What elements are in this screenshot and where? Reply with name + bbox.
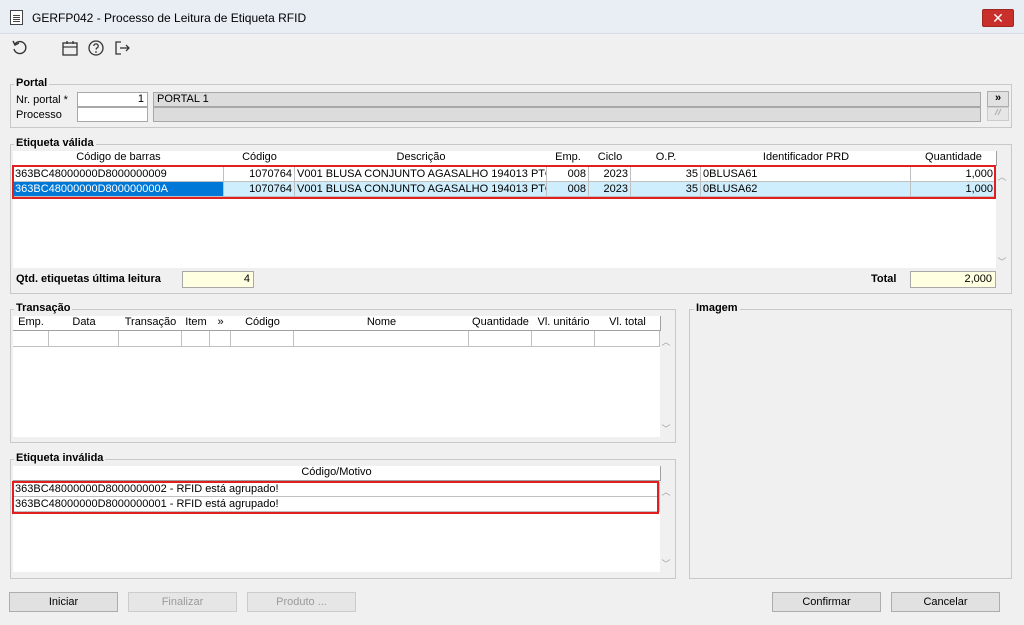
etiqueta-invalida-label: Etiqueta inválida: [14, 452, 106, 464]
table-cell[interactable]: [49, 331, 119, 347]
transacao-grid[interactable]: Emp. Data Transação Item » Código Nome Q…: [13, 316, 661, 437]
vertical-scrollbar[interactable]: ︿ ﹀: [996, 166, 1008, 270]
table-cell[interactable]: [13, 331, 49, 347]
transacao-label: Transação: [14, 302, 73, 314]
scroll-down-icon[interactable]: ﹀: [660, 557, 672, 570]
total-field: 2,000: [910, 271, 996, 288]
calendar-icon[interactable]: [60, 38, 80, 58]
help-icon[interactable]: [86, 38, 106, 58]
window-title: GERFP042 - Processo de Leitura de Etique…: [32, 11, 307, 25]
refresh-icon[interactable]: [10, 38, 30, 58]
etiqueta-valida-label: Etiqueta válida: [14, 137, 96, 149]
close-button[interactable]: ✕: [982, 9, 1014, 27]
col-codigo-barras[interactable]: Código de barras: [13, 151, 225, 166]
processo-input[interactable]: [77, 107, 148, 122]
table-cell[interactable]: [231, 331, 294, 347]
col-data[interactable]: Data: [49, 316, 120, 331]
iniciar-button[interactable]: Iniciar: [9, 592, 118, 612]
confirmar-button[interactable]: Confirmar: [772, 592, 881, 612]
document-icon: [10, 10, 23, 25]
scroll-down-icon[interactable]: ﹀: [660, 422, 672, 435]
col-transacao[interactable]: Transação: [119, 316, 183, 331]
table-cell[interactable]: [595, 331, 660, 347]
table-cell[interactable]: [294, 331, 469, 347]
processo-description-field: [153, 107, 981, 122]
portal-lookup-button[interactable]: »: [987, 91, 1009, 107]
table-cell[interactable]: [210, 331, 231, 347]
nr-portal-input[interactable]: 1: [77, 92, 148, 107]
scroll-up-icon[interactable]: ︿: [660, 335, 672, 348]
col-op[interactable]: O.P.: [631, 151, 702, 166]
exit-icon[interactable]: [112, 38, 132, 58]
cancelar-button[interactable]: Cancelar: [891, 592, 1000, 612]
processo-lookup-button[interactable]: [987, 107, 1009, 121]
col-quantidade[interactable]: Quantidade: [911, 151, 997, 166]
slash-icon: [994, 108, 1002, 116]
col-emp[interactable]: Emp.: [13, 316, 50, 331]
total-label: Total: [871, 273, 897, 285]
col-codigo-motivo[interactable]: Código/Motivo: [13, 466, 661, 481]
vertical-scrollbar[interactable]: ︿ ﹀: [660, 481, 672, 572]
col-quantidade[interactable]: Quantidade: [469, 316, 533, 331]
portal-name-field: PORTAL 1: [153, 92, 981, 107]
processo-label: Processo: [16, 109, 62, 121]
col-nome[interactable]: Nome: [294, 316, 470, 331]
col-vl-unitario[interactable]: Vl. unitário: [532, 316, 596, 331]
col-identificador-prd[interactable]: Identificador PRD: [701, 151, 912, 166]
imagem-label: Imagem: [694, 302, 740, 314]
col-vl-total[interactable]: Vl. total: [595, 316, 661, 331]
table-cell[interactable]: [469, 331, 532, 347]
col-item[interactable]: Item: [182, 316, 211, 331]
col-emp[interactable]: Emp.: [547, 151, 590, 166]
col-codigo[interactable]: Código: [231, 316, 295, 331]
scroll-down-icon[interactable]: ﹀: [996, 255, 1008, 268]
scroll-up-icon[interactable]: ︿: [660, 485, 672, 498]
scroll-up-icon[interactable]: ︿: [996, 170, 1008, 183]
vertical-scrollbar[interactable]: ︿ ﹀: [660, 331, 672, 437]
highlight-box: [12, 165, 996, 199]
col-codigo[interactable]: Código: [224, 151, 296, 166]
imagem-group: [689, 309, 1012, 579]
table-cell[interactable]: [182, 331, 210, 347]
qtd-etiquetas-label: Qtd. etiquetas última leitura: [16, 273, 161, 285]
col-descricao[interactable]: Descrição: [295, 151, 548, 166]
finalizar-button[interactable]: Finalizar: [128, 592, 237, 612]
qtd-etiquetas-field: 4: [182, 271, 254, 288]
col-expand[interactable]: »: [210, 316, 232, 331]
highlight-box: [12, 481, 659, 514]
produto-button[interactable]: Produto ...: [247, 592, 356, 612]
table-cell[interactable]: [119, 331, 182, 347]
col-ciclo[interactable]: Ciclo: [589, 151, 632, 166]
portal-group-label: Portal: [14, 77, 50, 89]
table-cell[interactable]: [532, 331, 595, 347]
nr-portal-label: Nr. portal *: [16, 94, 68, 106]
